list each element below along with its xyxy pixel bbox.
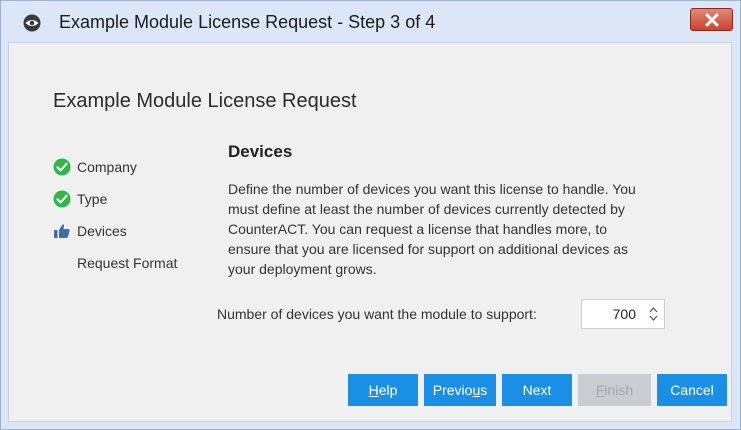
section-title: Devices	[228, 142, 293, 161]
device-count-value[interactable]: 700	[613, 306, 636, 322]
spinner-arrows-icon[interactable]	[649, 306, 658, 322]
page-title: Example Module License Request	[53, 90, 357, 112]
description-line: your deployment grows.	[228, 261, 377, 277]
eye-icon	[23, 14, 41, 32]
help-label-rest: elp	[378, 382, 398, 398]
cancel-label: Cancel	[670, 382, 714, 398]
close-icon	[705, 13, 719, 27]
device-count-spinner[interactable]: 700	[581, 299, 665, 329]
step-label: Request Format	[77, 255, 178, 271]
next-label: Next	[522, 382, 552, 398]
description-line: Define the number of devices you want th…	[228, 181, 636, 197]
title-bar[interactable]: Example Module License Request - Step 3 …	[1, 1, 740, 43]
step-label: Company	[77, 159, 137, 175]
previous-label: Previo	[432, 382, 473, 398]
device-count-label: Number of devices you want the module to…	[217, 306, 537, 322]
close-button[interactable]	[690, 8, 733, 31]
description-line: ensure that you are licensed for support…	[228, 241, 629, 257]
next-button[interactable]: Next	[502, 374, 572, 406]
previous-label-rest: s	[480, 382, 488, 398]
finish-button[interactable]: Finish	[578, 374, 651, 406]
step-label: Devices	[77, 223, 127, 239]
thumbs-up-icon	[54, 224, 70, 238]
finish-label-rest: inish	[604, 382, 634, 398]
section-description: Define the number of devices you want th…	[228, 179, 703, 279]
help-mnemonic: H	[368, 382, 379, 398]
window-title: Example Module License Request - Step 3 …	[59, 12, 436, 32]
check-circle-icon	[53, 158, 71, 176]
description-line: must define at least the number of devic…	[228, 201, 625, 217]
check-circle-icon	[53, 190, 71, 208]
previous-button[interactable]: Previous	[424, 374, 496, 406]
help-button[interactable]: Help	[348, 374, 418, 406]
step-label: Type	[77, 191, 108, 207]
cancel-button[interactable]: Cancel	[657, 374, 727, 406]
description-line: CounterACT. You can request a license th…	[228, 221, 608, 237]
